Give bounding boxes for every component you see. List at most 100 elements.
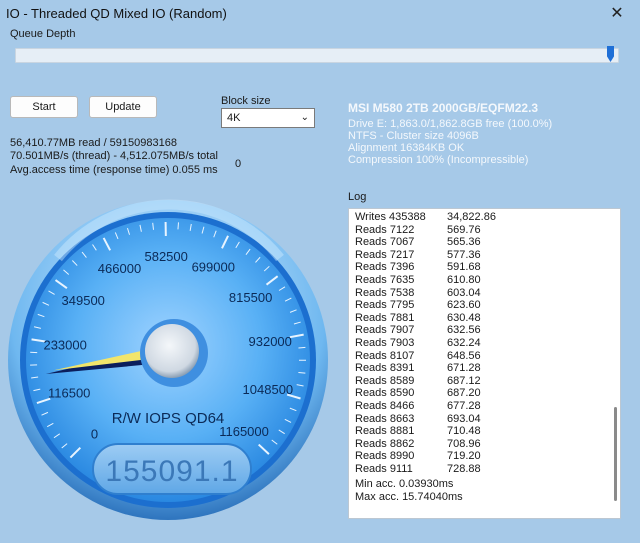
iops-gauge: 0 116500 233000 349500 466000582500 699000 815… [8,199,328,520]
log-row-value: 687.20 [447,387,481,400]
log-row: Reads 8466 677.28 [355,400,481,412]
gauge-tick [298,372,306,374]
block-size-select[interactable]: 4K ⌄ [221,108,315,128]
log-row-label: Reads 8990 [355,450,415,463]
log-max-acc: Max acc. 15.74040ms [355,491,463,503]
log-box[interactable]: Writes 435388 34,822.86 Reads 7122 569.76 Re… [348,208,621,519]
digital-readout: 155091.1 [105,455,238,488]
log-row-value: 569.76 [447,223,481,236]
log-label: Log [348,191,367,203]
title-bar: IO - Threaded QD Mixed IO (Random) ✕ [0,0,640,26]
log-row: Reads 8663 693.04 [355,413,481,425]
log-row: Reads 8107 648.56 [355,350,481,362]
log-row-label: Reads 7396 [355,261,415,274]
log-row: Reads 7396 591.68 [355,261,481,273]
log-row-value: 648.56 [447,349,481,362]
log-row: Reads 7067 565.36 [355,236,481,248]
log-row: Reads 7217 577.36 [355,249,481,261]
log-row-label: Reads 7538 [355,286,415,299]
drive-filesystem: NTFS - Cluster size 4096B [348,130,479,142]
log-row: Writes 435388 34,822.86 [355,211,496,223]
log-row-label: Reads 8466 [355,400,415,412]
log-row: Reads 7635 610.80 [355,274,481,286]
gauge-tick [177,222,179,230]
gauge-tick-label: 1165000 [219,424,269,439]
start-button[interactable]: Start [10,96,78,118]
log-row-label: Reads 8589 [355,374,415,387]
log-row: Reads 8990 719.20 [355,450,481,462]
log-row: Reads 7907 632.56 [355,324,481,336]
log-row-value: 610.80 [447,274,481,286]
log-row-value: 591.68 [447,261,481,274]
log-row-value: 687.12 [447,374,481,387]
log-row-value: 708.96 [447,437,481,450]
log-row-value: 632.56 [447,324,481,337]
log-row-label: Reads 8862 [355,437,415,450]
log-row-label: Reads 9111 [355,463,413,475]
gauge-tick-label: 582500 [144,249,187,264]
log-row-value: 632.24 [447,337,481,349]
log-row-value: 677.28 [447,400,481,412]
log-row: Reads 8589 687.12 [355,375,481,387]
log-row-label: Reads 7067 [355,236,415,249]
log-row: Reads 7903 632.24 [355,337,481,349]
queue-depth-slider[interactable] [15,48,619,63]
log-row-value: 710.48 [447,425,481,438]
log-row: Reads 8391 671.28 [355,362,481,374]
gauge-tick-label: 1048500 [243,382,294,397]
log-row-label: Reads 8881 [355,425,415,438]
log-row: Reads 7795 623.60 [355,299,481,311]
update-button[interactable]: Update [89,96,157,118]
gauge-title: R/W IOPS QD64 [112,410,225,427]
block-size-value: 4K [227,112,241,124]
log-row-value: 719.20 [447,450,481,463]
log-row-label: Reads 7122 [355,223,415,236]
log-row: Reads 8862 708.96 [355,438,481,450]
log-min-acc: Min acc. 0.03930ms [355,478,454,490]
log-row-value: 728.88 [447,463,481,475]
block-size-label: Block size [221,95,271,107]
log-row: Reads 9111 728.88 [355,463,481,475]
gauge-tick-label: 116500 [48,385,90,400]
gauge-hub [145,324,199,378]
avg-access-time: Avg.access time (response time) 0.055 ms [10,164,218,176]
log-row-label: Reads 7635 [355,274,415,286]
gauge-tick-label: 699000 [192,259,235,274]
read-total: 56,410.77MB read / 59150983168 [10,137,177,149]
throughput: 70.501MB/s (thread) - 4,512.075MB/s tota… [10,150,218,162]
log-row-label: Writes 435388 [355,211,426,223]
drive-free-space: Drive E: 1,863.0/1,862.8GB free (100.0%) [348,118,553,130]
log-row-label: Reads 7903 [355,337,415,349]
gauge-tick [298,346,306,349]
log-row-label: Reads 7907 [355,324,415,337]
log-row-value: 630.48 [447,311,481,324]
drive-alignment: Alignment 16384KB OK [348,142,465,154]
log-row-label: Reads 7217 [355,248,415,261]
log-scrollbar[interactable] [614,407,617,501]
log-row-value: 671.28 [447,362,481,375]
drive-compression: Compression 100% (Incompressible) [348,154,529,166]
log-row-label: Reads 7881 [355,311,415,324]
window-title: IO - Threaded QD Mixed IO (Random) [6,5,227,21]
log-row-value: 577.36 [447,248,481,261]
gauge-tick-label: 349500 [62,293,105,308]
chevron-down-icon: ⌄ [300,112,309,123]
log-row: Reads 7122 569.76 [355,224,481,236]
log-row: Reads 8590 687.20 [355,387,481,399]
gauge-tick-label: 466000 [98,261,141,276]
log-row-label: Reads 8107 [355,349,415,362]
log-row-label: Reads 8663 [355,412,415,425]
log-row-label: Reads 8391 [355,362,415,375]
log-row: Reads 7538 603.04 [355,287,481,299]
gauge-tick-label: 233000 [43,337,86,352]
log-row-label: Reads 7795 [355,299,415,312]
queue-depth-label: Queue Depth [10,28,76,40]
log-row-value: 34,822.86 [447,211,496,223]
gauge-tick-label: 932000 [249,334,292,349]
log-row-value: 565.36 [447,236,481,249]
log-row: Reads 7881 630.48 [355,312,481,324]
log-row-value: 623.60 [447,299,481,312]
close-icon[interactable]: ✕ [594,0,640,26]
gauge-tick-label: 0 [91,427,98,442]
log-row-value: 693.04 [447,412,481,425]
